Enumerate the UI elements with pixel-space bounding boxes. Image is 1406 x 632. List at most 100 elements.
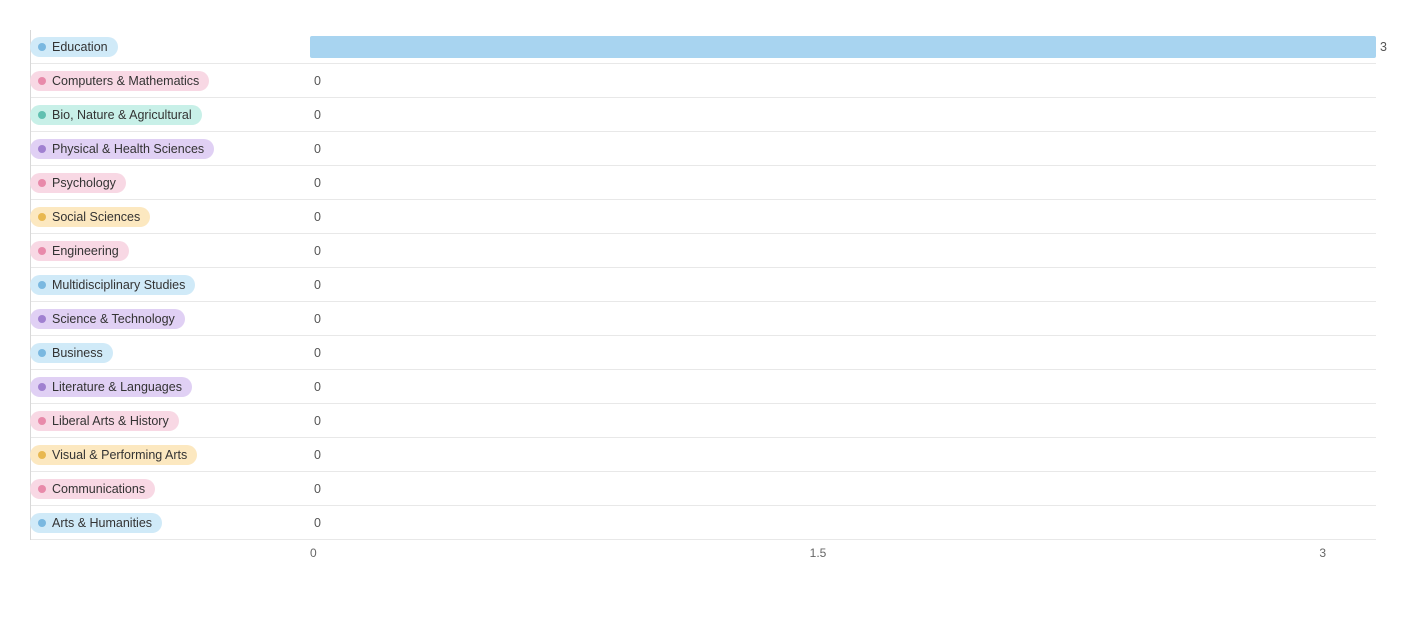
bar-container-5: 0 bbox=[310, 200, 1376, 233]
pill-13: Communications bbox=[30, 479, 155, 499]
x-label-2: 3 bbox=[1319, 546, 1326, 560]
bar-label-14: Arts & Humanities bbox=[30, 513, 310, 533]
pill-text-3: Physical & Health Sciences bbox=[52, 142, 204, 156]
pill-dot-4 bbox=[38, 179, 46, 187]
pill-text-4: Psychology bbox=[52, 176, 116, 190]
pill-6: Engineering bbox=[30, 241, 129, 261]
pill-dot-14 bbox=[38, 519, 46, 527]
x-label-1: 1.5 bbox=[810, 546, 827, 560]
bar-value-0: 3 bbox=[1380, 40, 1387, 54]
pill-text-6: Engineering bbox=[52, 244, 119, 258]
bar-value-9: 0 bbox=[314, 346, 321, 360]
pill-7: Multidisciplinary Studies bbox=[30, 275, 195, 295]
pill-10: Literature & Languages bbox=[30, 377, 192, 397]
pill-text-7: Multidisciplinary Studies bbox=[52, 278, 185, 292]
bar-label-10: Literature & Languages bbox=[30, 377, 310, 397]
pill-dot-10 bbox=[38, 383, 46, 391]
bar-row: Bio, Nature & Agricultural 0 bbox=[30, 98, 1376, 132]
bar-row: Business 0 bbox=[30, 336, 1376, 370]
pill-text-2: Bio, Nature & Agricultural bbox=[52, 108, 192, 122]
pill-dot-0 bbox=[38, 43, 46, 51]
bar-row: Psychology 0 bbox=[30, 166, 1376, 200]
bar-row: Visual & Performing Arts 0 bbox=[30, 438, 1376, 472]
bar-value-11: 0 bbox=[314, 414, 321, 428]
bar-label-5: Social Sciences bbox=[30, 207, 310, 227]
x-axis: 01.53 bbox=[310, 540, 1326, 560]
pill-dot-12 bbox=[38, 451, 46, 459]
pill-dot-9 bbox=[38, 349, 46, 357]
bar-label-1: Computers & Mathematics bbox=[30, 71, 310, 91]
bar-label-9: Business bbox=[30, 343, 310, 363]
pill-text-13: Communications bbox=[52, 482, 145, 496]
pill-dot-6 bbox=[38, 247, 46, 255]
bar-row: Physical & Health Sciences 0 bbox=[30, 132, 1376, 166]
bar-label-11: Liberal Arts & History bbox=[30, 411, 310, 431]
bar-value-10: 0 bbox=[314, 380, 321, 394]
bar-container-11: 0 bbox=[310, 404, 1376, 437]
bar-value-1: 0 bbox=[314, 74, 321, 88]
bar-value-2: 0 bbox=[314, 108, 321, 122]
pill-text-5: Social Sciences bbox=[52, 210, 140, 224]
pill-dot-7 bbox=[38, 281, 46, 289]
bar-value-5: 0 bbox=[314, 210, 321, 224]
pill-text-14: Arts & Humanities bbox=[52, 516, 152, 530]
bar-container-0: 3 bbox=[310, 30, 1376, 63]
pill-14: Arts & Humanities bbox=[30, 513, 162, 533]
pill-4: Psychology bbox=[30, 173, 126, 193]
pill-1: Computers & Mathematics bbox=[30, 71, 209, 91]
bar-container-14: 0 bbox=[310, 506, 1376, 539]
bar-container-7: 0 bbox=[310, 268, 1376, 301]
bar-value-6: 0 bbox=[314, 244, 321, 258]
bar-container-13: 0 bbox=[310, 472, 1376, 505]
bar-label-12: Visual & Performing Arts bbox=[30, 445, 310, 465]
bar-value-12: 0 bbox=[314, 448, 321, 462]
pill-text-11: Liberal Arts & History bbox=[52, 414, 169, 428]
bar-row: Education 3 bbox=[30, 30, 1376, 64]
x-label-0: 0 bbox=[310, 546, 317, 560]
pill-12: Visual & Performing Arts bbox=[30, 445, 197, 465]
bar-row: Literature & Languages 0 bbox=[30, 370, 1376, 404]
bar-container-8: 0 bbox=[310, 302, 1376, 335]
pill-3: Physical & Health Sciences bbox=[30, 139, 214, 159]
bar-value-7: 0 bbox=[314, 278, 321, 292]
bar-container-6: 0 bbox=[310, 234, 1376, 267]
bar-container-9: 0 bbox=[310, 336, 1376, 369]
bar-fill-0 bbox=[310, 36, 1376, 58]
pill-dot-11 bbox=[38, 417, 46, 425]
pill-text-8: Science & Technology bbox=[52, 312, 175, 326]
pill-text-10: Literature & Languages bbox=[52, 380, 182, 394]
bar-value-14: 0 bbox=[314, 516, 321, 530]
bar-row: Arts & Humanities 0 bbox=[30, 506, 1376, 540]
bar-row: Computers & Mathematics 0 bbox=[30, 64, 1376, 98]
pill-text-0: Education bbox=[52, 40, 108, 54]
bar-row: Liberal Arts & History 0 bbox=[30, 404, 1376, 438]
bar-row: Multidisciplinary Studies 0 bbox=[30, 268, 1376, 302]
pill-text-9: Business bbox=[52, 346, 103, 360]
bar-container-10: 0 bbox=[310, 370, 1376, 403]
bar-row: Communications 0 bbox=[30, 472, 1376, 506]
bar-label-2: Bio, Nature & Agricultural bbox=[30, 105, 310, 125]
bar-value-3: 0 bbox=[314, 142, 321, 156]
pill-0: Education bbox=[30, 37, 118, 57]
pill-dot-8 bbox=[38, 315, 46, 323]
pill-text-1: Computers & Mathematics bbox=[52, 74, 199, 88]
pill-11: Liberal Arts & History bbox=[30, 411, 179, 431]
bar-value-13: 0 bbox=[314, 482, 321, 496]
bar-label-7: Multidisciplinary Studies bbox=[30, 275, 310, 295]
pill-dot-5 bbox=[38, 213, 46, 221]
pill-8: Science & Technology bbox=[30, 309, 185, 329]
bar-row: Engineering 0 bbox=[30, 234, 1376, 268]
pill-dot-13 bbox=[38, 485, 46, 493]
bar-label-4: Psychology bbox=[30, 173, 310, 193]
bar-label-6: Engineering bbox=[30, 241, 310, 261]
bar-container-12: 0 bbox=[310, 438, 1376, 471]
bar-value-4: 0 bbox=[314, 176, 321, 190]
bar-label-13: Communications bbox=[30, 479, 310, 499]
bars-section: Education3Computers & Mathematics0Bio, N… bbox=[30, 30, 1376, 540]
pill-text-12: Visual & Performing Arts bbox=[52, 448, 187, 462]
bar-container-4: 0 bbox=[310, 166, 1376, 199]
bar-container-3: 0 bbox=[310, 132, 1376, 165]
bar-row: Science & Technology 0 bbox=[30, 302, 1376, 336]
bar-label-3: Physical & Health Sciences bbox=[30, 139, 310, 159]
pill-dot-2 bbox=[38, 111, 46, 119]
